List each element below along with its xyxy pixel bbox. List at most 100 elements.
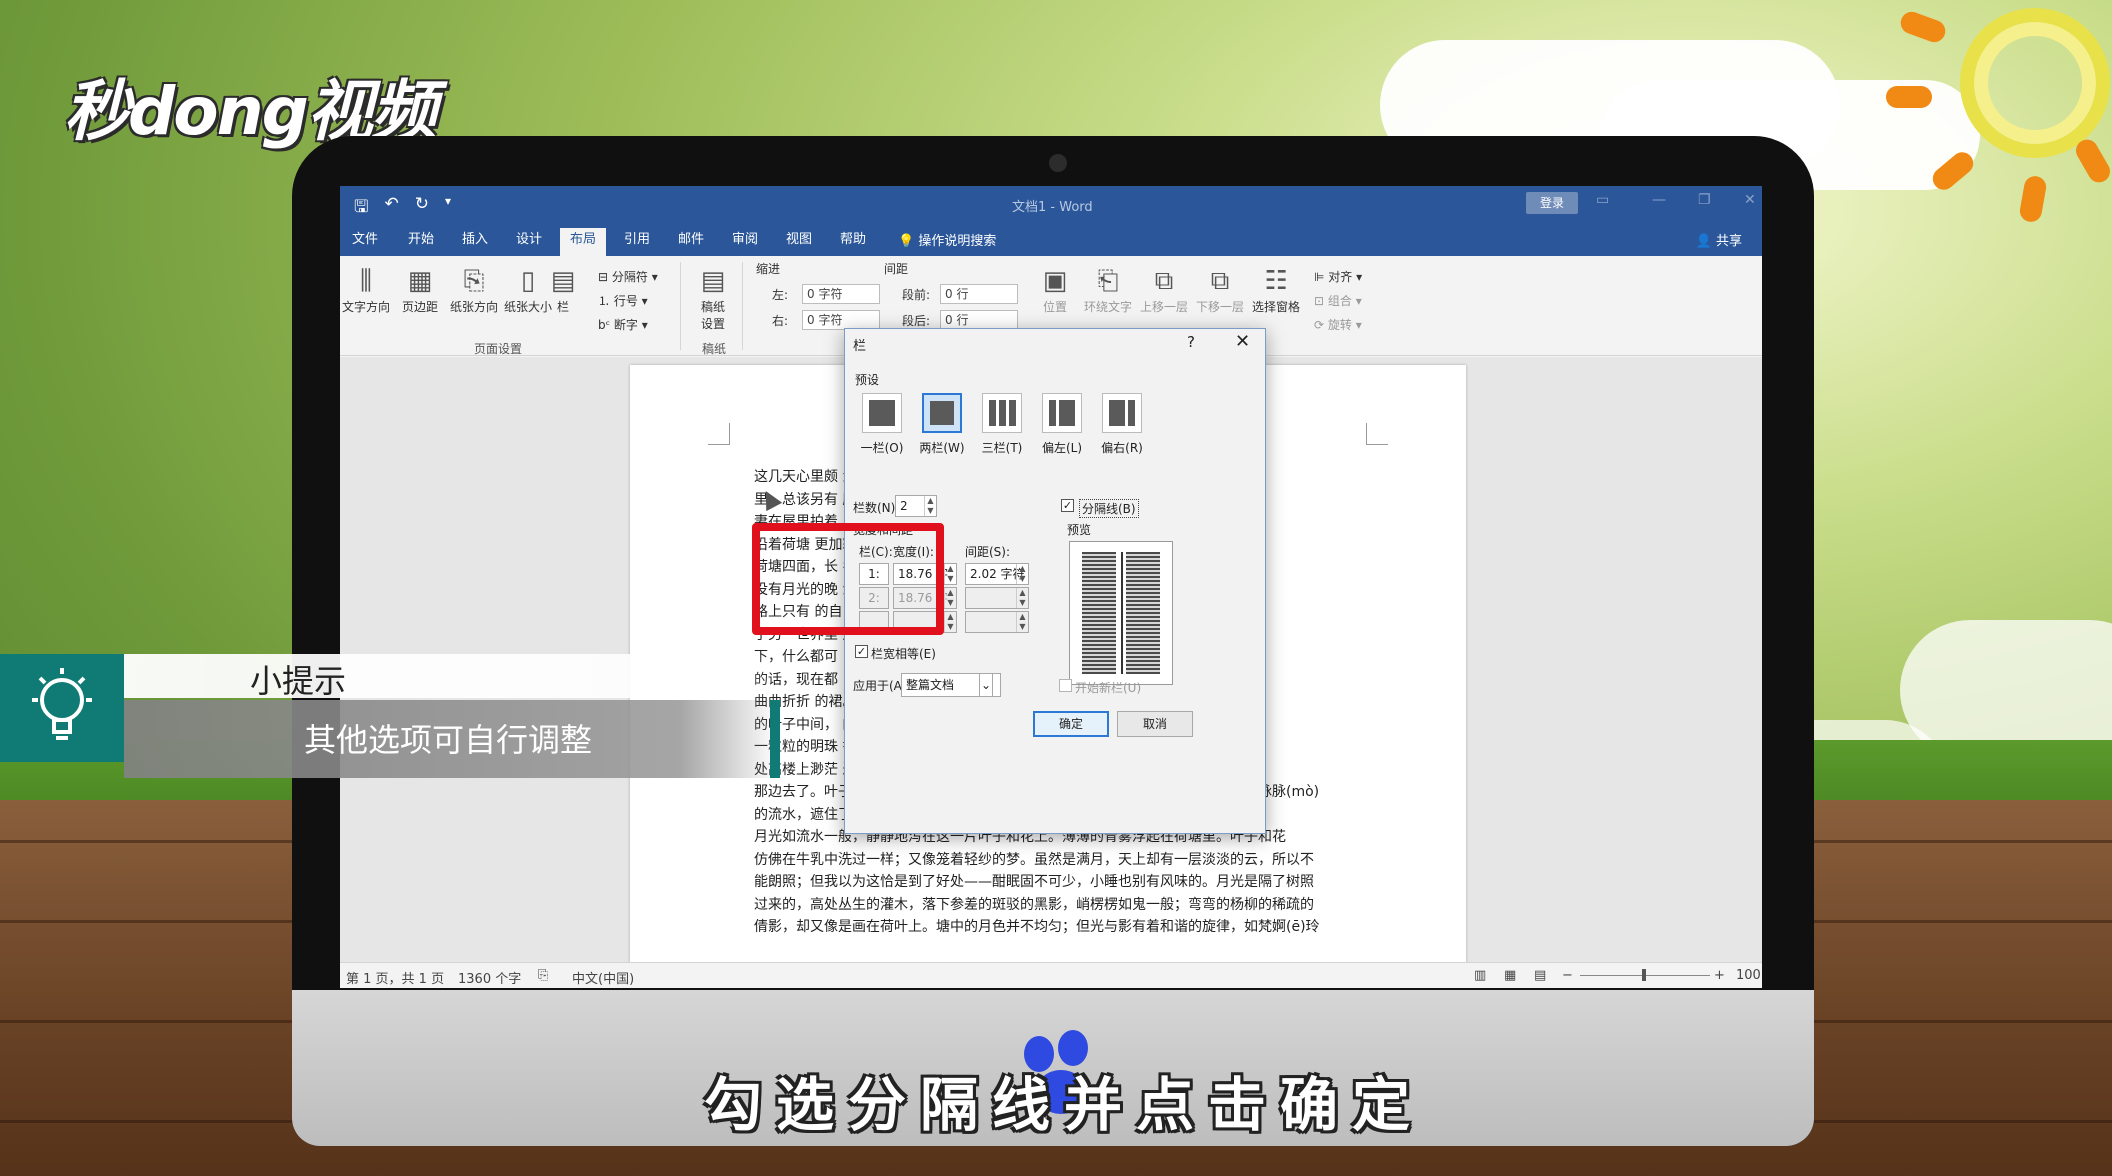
ok-button[interactable]: 确定	[1033, 711, 1109, 737]
document-line[interactable]: 倩影，却又像是画在荷叶上。塘中的月色并不均匀；但光与影有着和谐的旋律，如梵婀(ē…	[754, 916, 1342, 939]
draft-settings-button[interactable]: ▤ 稿纸设置	[690, 264, 736, 332]
read-mode-icon[interactable]: ▥	[1474, 968, 1486, 983]
help-icon[interactable]: ?	[1187, 333, 1195, 351]
cancel-button[interactable]: 取消	[1117, 711, 1193, 737]
zoom-out-icon[interactable]: −	[1562, 968, 1573, 983]
draft-paper-icon: ▤	[700, 266, 726, 296]
wrap-text-button[interactable]: ⎗ 环绕文字	[1080, 264, 1136, 315]
spinner-arrows-icon[interactable]: ▲ ▼	[1016, 564, 1028, 584]
zoom-in-icon[interactable]: +	[1714, 968, 1725, 983]
spinner-arrows-icon[interactable]: ▲ ▼	[1016, 612, 1028, 632]
hyphenation-button[interactable]: bᶜ 断字 ▾	[598, 316, 648, 333]
line-numbers-label: 行号	[613, 294, 638, 308]
tab-review[interactable]: 审阅	[722, 228, 768, 256]
spacing-after-input[interactable]: 0 行	[940, 310, 1018, 330]
dropdown-arrow-icon[interactable]: ⌄	[979, 673, 993, 697]
tip-text: 其他选项可自行调整	[304, 721, 593, 759]
word-count[interactable]: 1360 个字	[458, 968, 521, 987]
column-2-spacing-input[interactable]: ▲ ▼	[965, 587, 1029, 609]
bring-forward-button[interactable]: ⧉ 上移一层	[1136, 264, 1192, 315]
left-column-icon	[1042, 393, 1082, 433]
three-columns-icon	[982, 393, 1022, 433]
document-line[interactable]: 能朗照；但我以为这恰是到了好处——酣眠固不可少，小睡也别有风味的。月光是隔了树照	[754, 871, 1342, 894]
preset-right[interactable]: 偏右(R)	[1097, 393, 1147, 456]
web-layout-icon[interactable]: ▤	[1534, 968, 1546, 983]
sun-icon	[1960, 8, 2110, 158]
new-column-label[interactable]: 开始新栏(U)	[1075, 679, 1141, 696]
indent-right-input[interactable]: 0 字符	[802, 310, 880, 330]
tab-view[interactable]: 视图	[776, 228, 822, 256]
margins-button[interactable]: ▦ 页边距	[394, 264, 446, 315]
tab-home[interactable]: 开始	[398, 228, 444, 256]
share-button[interactable]: 👤 共享	[1696, 230, 1742, 249]
equal-width-checkbox[interactable]: ✓	[855, 645, 868, 658]
selection-pane-label: 选择窗格	[1251, 300, 1300, 314]
ribbon-separator	[742, 262, 743, 350]
login-button[interactable]: 登录	[1526, 192, 1578, 214]
columns-button[interactable]: ▤ 栏	[548, 264, 578, 315]
line-numbers-button[interactable]: ⒈ 行号 ▾	[598, 292, 648, 309]
close-icon[interactable]: ✕	[1744, 192, 1756, 208]
preset-three[interactable]: 三栏(T)	[977, 393, 1027, 456]
group-label: 组合	[1327, 294, 1352, 308]
tab-help[interactable]: 帮助	[830, 228, 876, 256]
spinner-arrows-icon[interactable]: ▲ ▼	[924, 496, 936, 516]
tab-file[interactable]: 文件	[342, 228, 388, 256]
send-backward-button[interactable]: ⧉ 下移一层	[1192, 264, 1248, 315]
document-line[interactable]: 仿佛在牛乳中洗过一样；又像笼着轻纱的梦。虽然是满月，天上却有一层淡淡的云，所以不	[754, 849, 1342, 872]
preset-left[interactable]: 偏左(L)	[1037, 393, 1087, 456]
tab-design[interactable]: 设计	[506, 228, 552, 256]
spinner-arrows-icon[interactable]: ▲ ▼	[1016, 588, 1028, 608]
separator-label[interactable]: 分隔线(B)	[1079, 499, 1139, 518]
tab-layout[interactable]: 布局	[560, 228, 607, 256]
columns-count-spinner[interactable]: 2 ▲ ▼	[895, 495, 937, 517]
position-label: 位置	[1042, 300, 1067, 314]
column-3-spacing-input[interactable]: ▲ ▼	[965, 611, 1029, 633]
save-icon[interactable]: 🖫	[354, 194, 368, 223]
document-line[interactable]: 过来的，高处丛生的灌木，落下参差的斑驳的黑影，峭楞楞如鬼一般；弯弯的杨柳的稀疏的	[754, 894, 1342, 917]
apply-to-value: 整篇文档	[906, 678, 955, 692]
spinner-arrows-icon[interactable]: ▲ ▼	[944, 612, 956, 632]
text-direction-button[interactable]: ⫼ 文字方向	[340, 264, 392, 315]
indent-left-input[interactable]: 0 字符	[802, 284, 880, 304]
undo-icon[interactable]: ↶	[384, 194, 398, 223]
column-1-spacing-input[interactable]: 2.02 字符 ▲ ▼	[965, 563, 1029, 585]
preview-label: 预览	[1067, 523, 1092, 537]
group-button[interactable]: ⊡ 组合 ▾	[1314, 292, 1362, 309]
spinner-arrows-icon[interactable]: ▲ ▼	[944, 564, 956, 584]
margins-label: 页边距	[401, 300, 438, 314]
orientation-button[interactable]: ⎘ 纸张方向	[448, 264, 500, 315]
rotate-button[interactable]: ⟳ 旋转 ▾	[1314, 316, 1362, 333]
tab-references[interactable]: 引用	[614, 228, 660, 256]
position-button[interactable]: ▣ 位置	[1032, 264, 1078, 315]
tab-mailings[interactable]: 邮件	[668, 228, 714, 256]
redo-icon[interactable]: ↻	[415, 194, 429, 223]
spinner-arrows-icon[interactable]: ▲ ▼	[944, 588, 956, 608]
spacing-before-input[interactable]: 0 行	[940, 284, 1018, 304]
proofing-icon[interactable]: ⎘	[538, 968, 548, 983]
page-count[interactable]: 第 1 页，共 1 页	[346, 968, 444, 987]
equal-width-label[interactable]: 栏宽相等(E)	[871, 645, 936, 662]
new-column-checkbox[interactable]	[1059, 679, 1072, 692]
ribbon-display-icon[interactable]: ▭	[1596, 192, 1609, 208]
align-button[interactable]: ⊫ 对齐 ▾	[1314, 268, 1362, 285]
separator-checkbox[interactable]: ✓	[1061, 499, 1074, 512]
customize-qat-icon[interactable]: ▾	[445, 194, 451, 223]
size-button[interactable]: ▯ 纸张大小	[502, 264, 554, 315]
preset-two[interactable]: 两栏(W)	[917, 393, 967, 456]
close-icon[interactable]: ✕	[1235, 331, 1250, 352]
preset-one[interactable]: 一栏(O)	[857, 393, 907, 456]
preset-right-label: 偏右(R)	[1101, 441, 1143, 455]
zoom-level[interactable]: 100	[1736, 968, 1761, 983]
language-indicator[interactable]: 中文(中国)	[572, 968, 634, 987]
minimize-icon[interactable]: —	[1652, 192, 1666, 208]
zoom-slider-thumb[interactable]	[1642, 969, 1646, 981]
maximize-icon[interactable]: ❐	[1698, 192, 1711, 208]
tab-insert[interactable]: 插入	[452, 228, 498, 256]
print-layout-icon[interactable]: ▦	[1504, 968, 1516, 983]
columns-count-value: 2	[900, 499, 908, 513]
selection-pane-button[interactable]: ☷ 选择窗格	[1248, 264, 1304, 315]
breaks-button[interactable]: ⊟ 分隔符 ▾	[598, 268, 658, 285]
draft-group-label: 稿纸	[702, 342, 727, 356]
tell-me-search[interactable]: 💡 操作说明搜索	[898, 230, 996, 249]
